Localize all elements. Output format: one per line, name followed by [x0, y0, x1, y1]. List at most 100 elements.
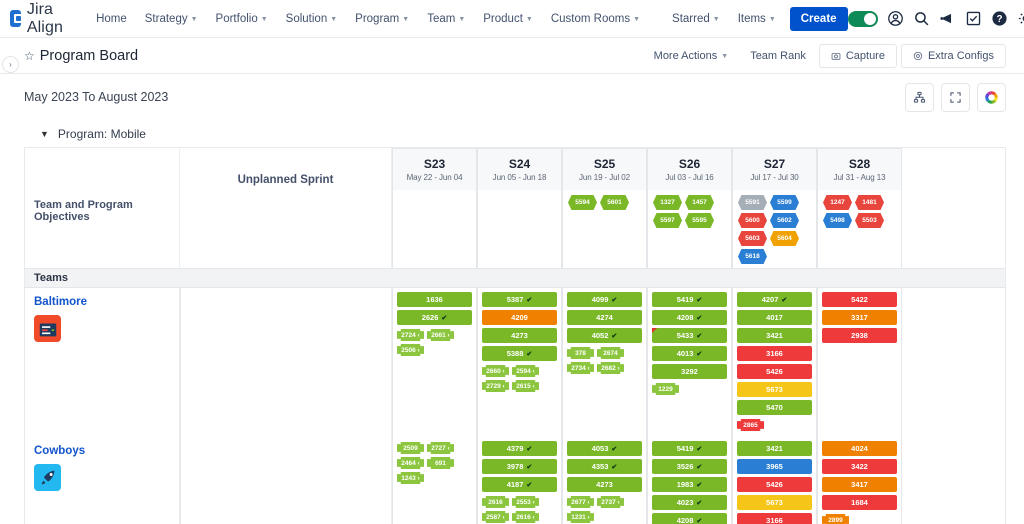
story-card[interactable]: 4023 ✔: [652, 495, 727, 510]
gear-icon[interactable]: [1017, 10, 1024, 27]
chevron-down-icon[interactable]: ▼: [40, 129, 49, 139]
dependency-chip[interactable]: 378: [567, 347, 594, 359]
dependency-chip[interactable]: 691: [427, 457, 454, 469]
nav-item-program[interactable]: Program ▼: [346, 7, 418, 31]
nav-item-solution[interactable]: Solution ▼: [277, 7, 347, 31]
dependency-chip[interactable]: 2865: [737, 419, 764, 431]
objective-badge[interactable]: 5603: [738, 231, 767, 246]
cowboys-avatar[interactable]: [34, 464, 61, 491]
story-card[interactable]: 1636: [397, 292, 472, 307]
nav-item-items[interactable]: Items ▼: [729, 7, 785, 31]
dependency-chip[interactable]: 2899: [822, 514, 849, 524]
story-card[interactable]: 1684: [822, 495, 897, 510]
dependency-chip[interactable]: 2509: [397, 442, 424, 454]
objective-badge[interactable]: 5591: [738, 195, 767, 210]
story-card[interactable]: 4379 ✔: [482, 441, 557, 456]
story-card[interactable]: 3166: [737, 346, 812, 361]
sprint-header-S26[interactable]: S26 Jul 03 - Jul 16: [647, 148, 732, 190]
sidebar-expand-toggle[interactable]: ›: [2, 56, 19, 73]
objective-badge[interactable]: 5594: [568, 195, 597, 210]
story-card[interactable]: 4017: [737, 310, 812, 325]
objective-badge[interactable]: 5503: [855, 213, 884, 228]
dependency-chip[interactable]: 2661 ‹: [427, 329, 454, 341]
objectives-cell-S24[interactable]: [477, 190, 562, 268]
objective-badge[interactable]: 5602: [770, 213, 799, 228]
story-card[interactable]: 4053 ✔: [567, 441, 642, 456]
dependency-chip[interactable]: 1231 ›: [567, 511, 594, 523]
more-actions-menu[interactable]: More Actions ▼: [645, 45, 738, 67]
sprint-cell-cowboys-S23[interactable]: 2509 2727 ‹ 2464 ‹ 691 1243 ›: [392, 437, 477, 524]
sprint-cell-cowboys-S27[interactable]: 34213965542656733166342010802885: [732, 437, 817, 524]
story-card[interactable]: 4274: [567, 310, 642, 325]
objective-badge[interactable]: 5604: [770, 231, 799, 246]
story-card[interactable]: 4052 ✔: [567, 328, 642, 343]
dependency-chip[interactable]: 2464 ‹: [397, 457, 424, 469]
story-card[interactable]: 4208 ✔: [652, 310, 727, 325]
sprint-cell-cowboys-S25[interactable]: 4053 ✔ 4353 ✔ 4273 2677 ‹ 2737 ‹ 1231 ›: [562, 437, 647, 524]
objectives-cell-S26[interactable]: 1327 1457 5597 5595: [647, 190, 732, 268]
story-card[interactable]: 5419 ✔: [652, 441, 727, 456]
sprint-cell-baltimore-S23[interactable]: 1636 2626 ✔ 2724 ‹ 2661 ‹ 2506 ‹: [392, 288, 477, 437]
story-card[interactable]: 4208 ✔: [652, 513, 727, 524]
sprint-cell-baltimore-unplanned[interactable]: [180, 288, 392, 437]
baltimore-avatar[interactable]: [34, 315, 61, 342]
objective-badge[interactable]: 5597: [653, 213, 682, 228]
story-card[interactable]: 3317: [822, 310, 897, 325]
story-card[interactable]: 4209: [482, 310, 557, 325]
objective-badge[interactable]: 5618: [738, 249, 767, 264]
story-card[interactable]: 4099 ✔: [567, 292, 642, 307]
dependency-chip[interactable]: 2615 ‹: [512, 380, 539, 392]
create-button[interactable]: Create: [789, 6, 848, 31]
color-wheel-icon[interactable]: [977, 82, 1006, 112]
story-card[interactable]: 4187 ✔: [482, 477, 557, 492]
story-card[interactable]: 4013 ✔: [652, 346, 727, 361]
objective-badge[interactable]: 5599: [770, 195, 799, 210]
story-card[interactable]: 4273: [482, 328, 557, 343]
extra-configs-button[interactable]: Extra Configs: [900, 43, 1006, 68]
story-card[interactable]: 3417: [822, 477, 897, 492]
objectives-cell-S25[interactable]: 5594 5601: [562, 190, 647, 268]
dependency-chip[interactable]: 2553 ‹: [512, 496, 539, 508]
story-card[interactable]: 3421: [737, 441, 812, 456]
objectives-cell-S23[interactable]: [392, 190, 477, 268]
jira-align-logo[interactable]: Jira Align: [10, 1, 69, 37]
nav-item-starred[interactable]: Starred ▼: [663, 7, 729, 31]
dependency-chip[interactable]: 2729 ‹: [482, 380, 509, 392]
fullscreen-icon[interactable]: [941, 82, 970, 112]
story-card[interactable]: 3526 ✔: [652, 459, 727, 474]
nav-item-portfolio[interactable]: Portfolio ▼: [207, 7, 277, 31]
sprint-cell-cowboys-S26[interactable]: 5419✔3526✔1983✔4023✔4208✔832✔4058✔: [647, 437, 732, 524]
dependency-chip[interactable]: 2594 ‹: [512, 365, 539, 377]
nav-item-team[interactable]: Team ▼: [418, 7, 474, 31]
dependency-chip[interactable]: 1243 ›: [397, 472, 424, 484]
story-card[interactable]: 4207 ✔: [737, 292, 812, 307]
story-card[interactable]: 4353 ✔: [567, 459, 642, 474]
objective-badge[interactable]: 5595: [685, 213, 714, 228]
dependency-chip[interactable]: 2674: [597, 347, 624, 359]
objective-badge[interactable]: 1481: [855, 195, 884, 210]
objective-badge[interactable]: 5601: [600, 195, 629, 210]
story-card[interactable]: 5426: [737, 364, 812, 379]
team-rank-link[interactable]: Team Rank: [741, 45, 815, 67]
objective-badge[interactable]: 5600: [738, 213, 767, 228]
dependency-chip[interactable]: 2616: [482, 496, 509, 508]
dependency-chip[interactable]: 2677 ‹: [567, 496, 594, 508]
story-card[interactable]: 5673: [737, 382, 812, 397]
story-card[interactable]: 5470: [737, 400, 812, 415]
dependency-chip[interactable]: 2506 ‹: [397, 344, 424, 356]
nav-item-product[interactable]: Product ▼: [474, 7, 542, 31]
story-card[interactable]: 5422: [822, 292, 897, 307]
dependency-chip[interactable]: 2737 ‹: [597, 496, 624, 508]
dependency-chip[interactable]: 2616 ‹: [512, 511, 539, 523]
story-card[interactable]: 4273: [567, 477, 642, 492]
account-icon[interactable]: [887, 10, 904, 27]
nav-item-strategy[interactable]: Strategy ▼: [136, 7, 207, 31]
dependency-chip[interactable]: 2724 ‹: [397, 329, 424, 341]
sprint-cell-cowboys-S28[interactable]: 4024 3422 3417 1684 2899: [817, 437, 902, 524]
team-name-link[interactable]: Cowboys: [34, 445, 179, 457]
announcement-icon[interactable]: [939, 10, 956, 27]
story-card[interactable]: 3166: [737, 513, 812, 524]
story-card[interactable]: 5419 ✔: [652, 292, 727, 307]
sprint-cell-baltimore-S25[interactable]: 4099 ✔ 4274 4052 ✔ 378 2674 2734 ‹ 2682 ›: [562, 288, 647, 437]
tasks-icon[interactable]: [965, 10, 982, 27]
